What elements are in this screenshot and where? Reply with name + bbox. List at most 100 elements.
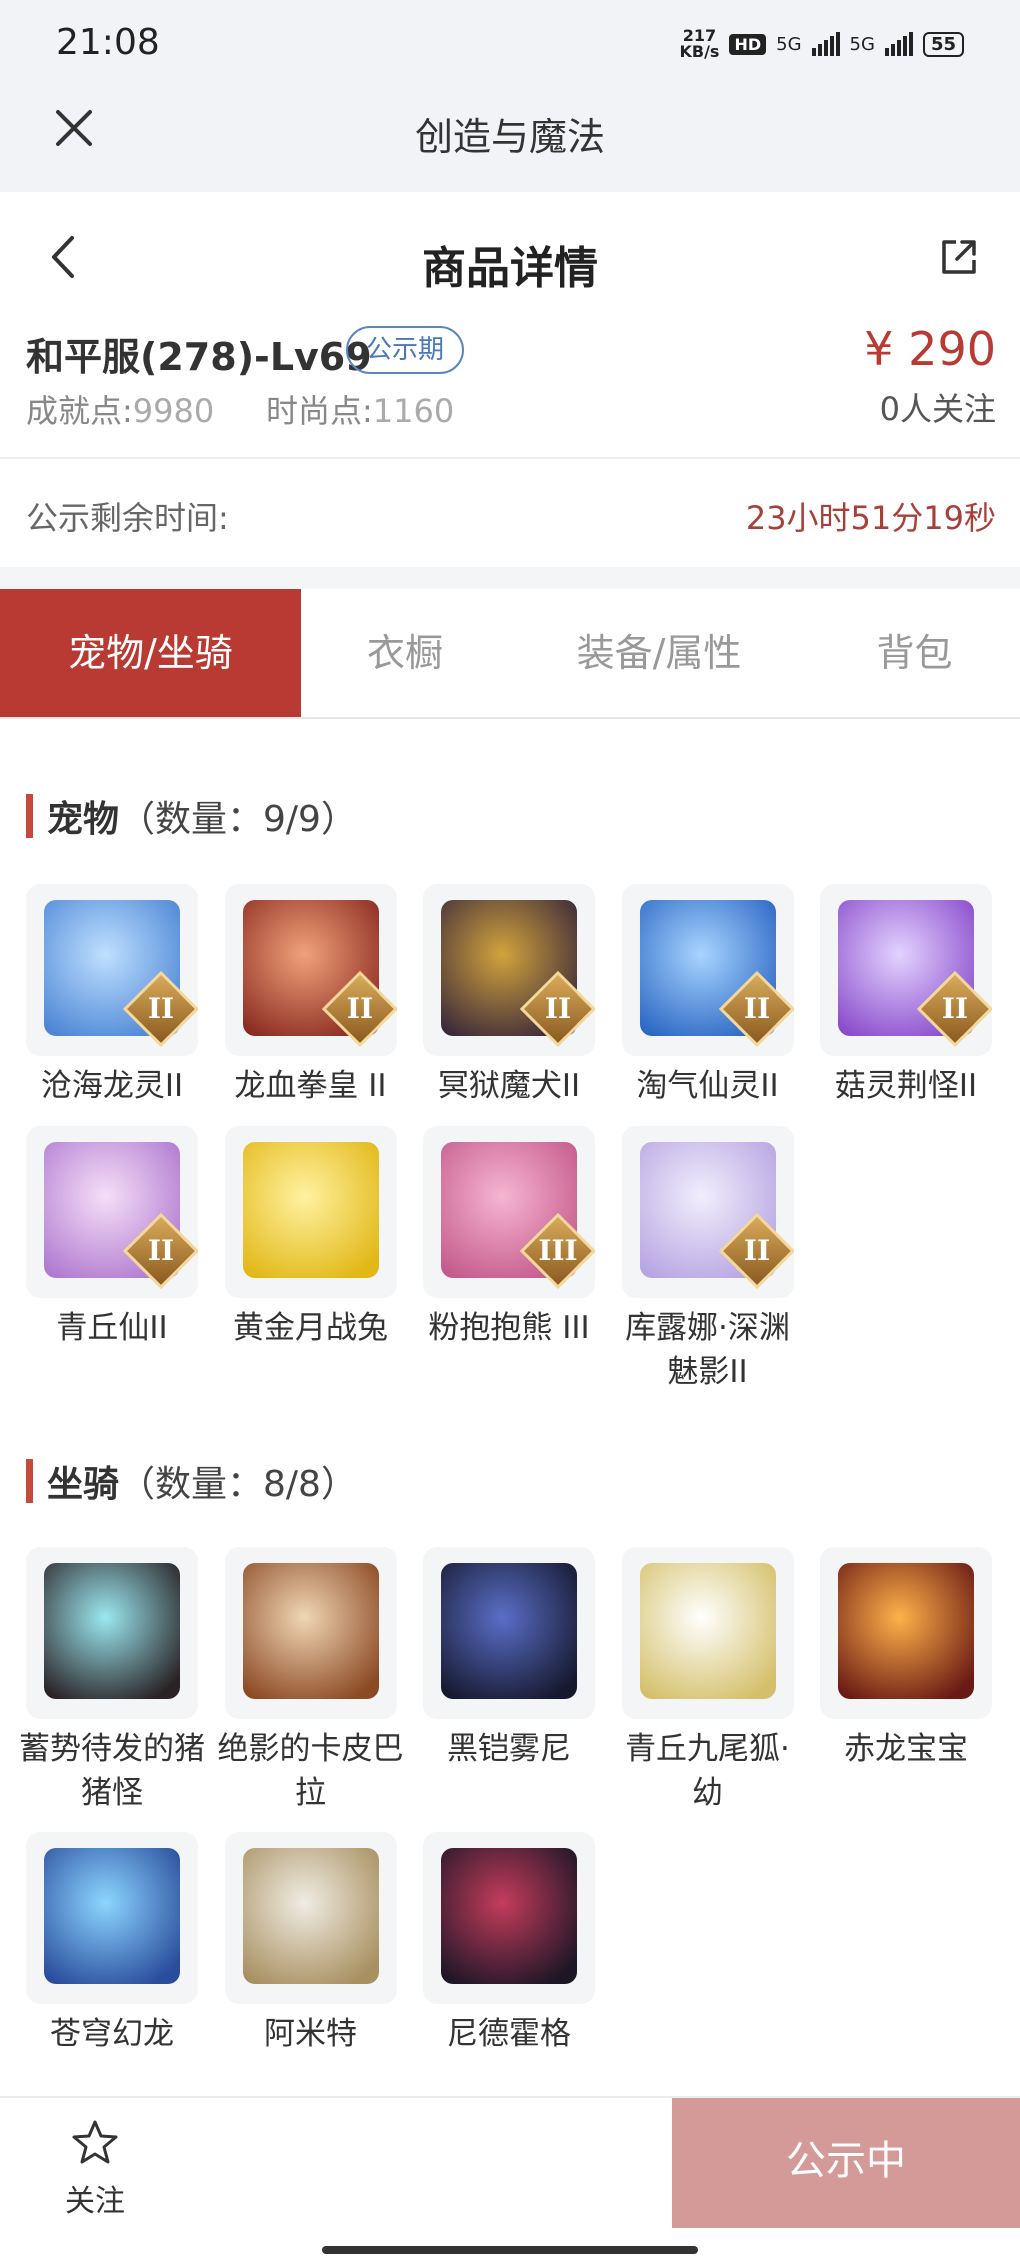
pet-item[interactable]: III 粉抱抱熊 III <box>423 1126 595 1350</box>
pet-name: 淘气仙灵II <box>636 1068 779 1104</box>
mount-name: 蓄势待发的猪猪怪 <box>19 1731 205 1811</box>
mount-thumbnail <box>224 1832 397 2004</box>
achievement-points: 成就点:9980 <box>26 392 215 430</box>
product-info: 和平服(278)-Lv69 公示期 ¥ 290 成就点:9980 时尚点:116… <box>0 322 1020 458</box>
mount-item[interactable]: 尼德霍格 <box>423 1832 595 2056</box>
pet-item[interactable]: II 淘气仙灵II <box>621 884 794 1108</box>
pet-thumbnail: III <box>423 1126 595 1298</box>
network-speed: 217 KB/s <box>679 26 720 61</box>
mount-image <box>441 1848 577 1984</box>
mount-image <box>242 1563 379 1699</box>
status-badge: 公示期 <box>346 326 465 374</box>
section-accent <box>26 1459 33 1503</box>
pet-name: 库露娜·深渊魅影II <box>625 1310 790 1390</box>
mount-name: 尼德霍格 <box>447 2016 571 2052</box>
countdown-label: 公示剩余时间: <box>26 499 229 537</box>
mount-item[interactable]: 赤龙宝宝 <box>820 1547 992 1771</box>
mount-item[interactable]: 苍穹幻龙 <box>26 1832 198 2056</box>
mount-thumbnail <box>621 1547 794 1719</box>
bottom-action-bar: 关注 公示中 <box>0 2096 1020 2228</box>
mount-thumbnail <box>423 1832 595 2004</box>
network-type-2: 5G <box>849 33 875 55</box>
mount-thumbnail <box>26 1547 198 1719</box>
mount-item[interactable]: 蓄势待发的猪猪怪 <box>19 1547 205 1815</box>
mount-image <box>838 1563 974 1699</box>
pets-section-title: 宠物 （数量：9/9） <box>26 790 357 842</box>
pet-thumbnail <box>224 1126 397 1298</box>
app-title: 创造与魔法 <box>414 115 605 159</box>
pet-item[interactable]: 黄金月战兔 <box>224 1126 397 1350</box>
share-icon[interactable] <box>938 236 980 278</box>
mount-name: 苍穹幻龙 <box>50 2016 174 2052</box>
product-price: ¥ 290 <box>864 322 996 376</box>
countdown-row: 公示剩余时间: 23小时51分19秒 <box>0 459 1020 567</box>
mount-item[interactable]: 绝影的卡皮巴拉 <box>218 1547 404 1815</box>
pet-name: 沧海龙灵II <box>40 1068 184 1104</box>
app-bar: 创造与魔法 <box>0 86 1020 192</box>
mount-item[interactable]: 黑铠雾尼 <box>423 1547 595 1771</box>
pet-name: 冥狱魔犬II <box>437 1068 581 1104</box>
pet-name: 龙血拳皇 II <box>234 1068 387 1104</box>
star-icon <box>72 2120 118 2164</box>
pet-name: 粉抱抱熊 III <box>428 1310 590 1346</box>
section-gap <box>0 567 1020 589</box>
follower-count: 0人关注 <box>879 390 996 428</box>
mount-thumbnail <box>820 1547 992 1719</box>
pet-thumbnail: II <box>621 884 794 1056</box>
mount-name: 黑铠雾尼 <box>447 1731 571 1767</box>
follow-label: 关注 <box>65 2184 125 2219</box>
status-bar: 21:08 217 KB/s HD 5G 5G 55 <box>0 0 1020 86</box>
mount-name: 赤龙宝宝 <box>844 1731 968 1767</box>
countdown-value: 23小时51分19秒 <box>745 499 996 537</box>
nav-bar: 商品详情 <box>0 192 1020 322</box>
pet-name: 菇灵荆怪II <box>834 1068 978 1104</box>
pet-thumbnail: II <box>621 1126 794 1298</box>
pet-item[interactable]: II 库露娜·深渊魅影II <box>621 1126 794 1394</box>
mount-image <box>441 1563 577 1699</box>
mount-item[interactable]: 阿米特 <box>224 1832 397 2056</box>
fashion-points: 时尚点:1160 <box>266 392 455 430</box>
status-time: 21:08 <box>56 22 160 63</box>
tab-wardrobe[interactable]: 衣橱 <box>301 589 509 717</box>
pet-item[interactable]: II 青丘仙II <box>26 1126 198 1350</box>
pet-item[interactable]: II 沧海龙灵II <box>26 884 198 1108</box>
signal-icon-2 <box>884 32 913 56</box>
page-title: 商品详情 <box>422 243 598 294</box>
pet-item[interactable]: II 菇灵荆怪II <box>820 884 992 1108</box>
home-indicator <box>322 2246 698 2254</box>
hd-icon: HD <box>729 33 767 55</box>
status-icons: 217 KB/s HD 5G 5G 55 <box>679 28 964 60</box>
battery-icon: 55 <box>922 31 964 57</box>
pet-name: 青丘仙II <box>56 1310 168 1346</box>
pet-item[interactable]: II 冥狱魔犬II <box>423 884 595 1108</box>
pet-thumbnail: II <box>224 884 397 1056</box>
tab-equipment[interactable]: 装备/属性 <box>509 589 809 717</box>
pet-name: 黄金月战兔 <box>233 1310 388 1346</box>
pet-thumbnail: II <box>26 884 198 1056</box>
mount-item[interactable]: 青丘九尾狐·幼 <box>621 1547 794 1815</box>
section-accent <box>26 794 33 838</box>
mount-image <box>44 1848 180 1984</box>
pet-thumbnail: II <box>26 1126 198 1298</box>
tab-pets-mounts[interactable]: 宠物/坐骑 <box>0 589 301 717</box>
public-notice-button[interactable]: 公示中 <box>672 2098 1020 2228</box>
mount-image <box>44 1563 180 1699</box>
network-type-1: 5G <box>776 33 802 55</box>
pet-image <box>242 1142 379 1278</box>
tab-bag[interactable]: 背包 <box>809 589 1020 717</box>
pet-item[interactable]: II 龙血拳皇 II <box>224 884 397 1108</box>
product-name: 和平服(278)-Lv69 <box>26 335 372 379</box>
mount-image <box>639 1563 776 1699</box>
mount-name: 阿米特 <box>264 2016 357 2052</box>
mount-thumbnail <box>423 1547 595 1719</box>
mount-name: 青丘九尾狐·幼 <box>625 1731 790 1811</box>
follow-button[interactable]: 关注 <box>50 2118 140 2220</box>
mount-name: 绝影的卡皮巴拉 <box>217 1731 404 1811</box>
mount-image <box>242 1848 379 1984</box>
pet-thumbnail: II <box>423 884 595 1056</box>
tab-bar: 宠物/坐骑 衣橱 装备/属性 背包 <box>0 589 1020 719</box>
signal-icon <box>811 32 840 56</box>
mounts-section-title: 坐骑 （数量：8/8） <box>26 1455 357 1507</box>
pet-thumbnail: II <box>820 884 992 1056</box>
mount-thumbnail <box>26 1832 198 2004</box>
